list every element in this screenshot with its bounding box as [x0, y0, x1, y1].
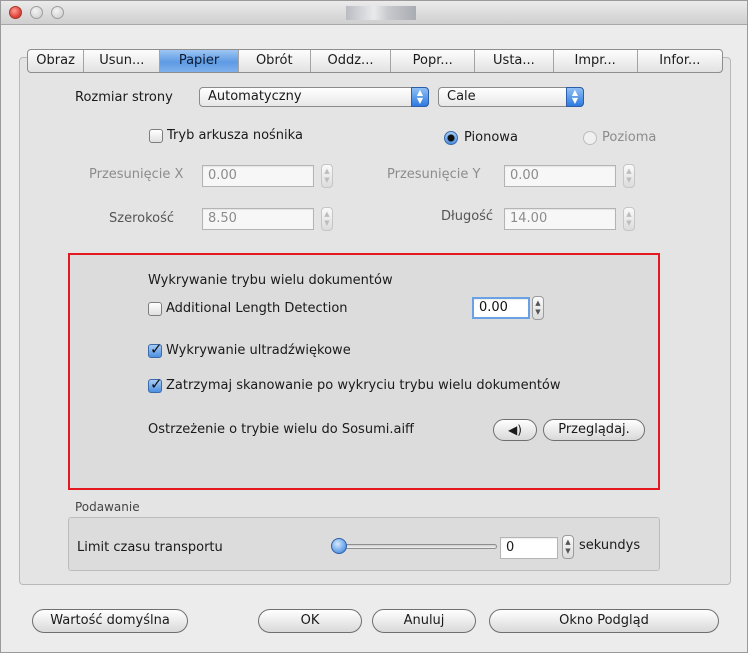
offset-x-stepper[interactable]: ▲ ▼ — [321, 164, 333, 188]
length-stepper[interactable]: ▲ ▼ — [623, 207, 635, 231]
minimize-window-button[interactable] — [30, 6, 43, 19]
tab-infor[interactable]: Infor... — [638, 50, 722, 72]
timeout-slider-track[interactable] — [337, 544, 497, 549]
tab-obraz[interactable]: Obraz — [28, 50, 85, 72]
alert-sound-label: Ostrzeżenie o trybie wielu do Sosumi.aif… — [148, 422, 415, 437]
preview-button[interactable]: Okno Podgląd — [489, 609, 719, 633]
width-stepper[interactable]: ▲ ▼ — [321, 207, 333, 231]
portrait-label: Pionowa — [464, 130, 518, 145]
timeout-field[interactable]: 0 — [500, 537, 558, 559]
tab-papier[interactable]: Papier — [160, 50, 239, 72]
popup-arrows-icon: ▲ ▼ — [411, 87, 429, 107]
timeout-stepper[interactable]: ▲ ▼ — [562, 535, 574, 559]
window-title-image — [346, 6, 416, 20]
timeout-unit-label: sekundys — [579, 538, 641, 553]
tab-bar: Obraz Usun... Papier Obrót Oddz... Popr.… — [27, 49, 723, 73]
tab-impr[interactable]: Impr... — [554, 50, 638, 72]
close-window-button[interactable] — [9, 6, 22, 19]
multifeed-section: Wykrywanie trybu wielu dokumentów Additi… — [68, 253, 660, 490]
tab-oddz[interactable]: Oddz... — [311, 50, 392, 72]
offset-x-label: Przesunięcie X — [89, 167, 184, 182]
carrier-mode-checkbox[interactable] — [149, 129, 163, 143]
length-field[interactable]: 14.00 — [504, 208, 616, 230]
timeout-slider-knob[interactable] — [331, 538, 347, 554]
feeding-group-label: Podawanie — [75, 500, 140, 514]
additional-length-field[interactable]: 0.00 — [472, 297, 530, 319]
page-size-label: Rozmiar strony — [75, 90, 173, 105]
feeding-group: Limit czasu transportu 0 ▲ ▼ sekundys — [68, 517, 660, 571]
landscape-radio[interactable] — [583, 131, 597, 145]
ok-button[interactable]: OK — [258, 609, 362, 633]
browse-button[interactable]: Przeglądaj. — [543, 419, 645, 441]
tab-usun[interactable]: Usun... — [84, 50, 161, 72]
page-size-select[interactable]: Automatyczny ▲ ▼ — [199, 87, 429, 107]
offset-y-field[interactable]: 0.00 — [504, 165, 616, 187]
zoom-window-button[interactable] — [51, 6, 64, 19]
additional-length-checkbox[interactable] — [148, 302, 162, 316]
length-label: Długość — [441, 209, 494, 224]
stop-scan-checkbox[interactable] — [148, 375, 163, 393]
play-sound-button[interactable]: ◀) — [493, 419, 537, 441]
tab-obrot[interactable]: Obrót — [239, 50, 311, 72]
width-label: Szerokość — [109, 211, 175, 226]
offset-y-label: Przesunięcie Y — [387, 167, 481, 182]
default-button[interactable]: Wartość domyślna — [32, 609, 188, 633]
additional-length-stepper[interactable]: ▲ ▼ — [532, 296, 544, 320]
portrait-radio[interactable] — [444, 131, 458, 145]
offset-y-stepper[interactable]: ▲ ▼ — [623, 164, 635, 188]
unit-select[interactable]: Cale ▲ ▼ — [438, 87, 584, 107]
page-size-value: Automatyczny — [208, 89, 302, 104]
title-bar — [1, 1, 747, 25]
landscape-label: Pozioma — [602, 130, 657, 145]
cancel-button[interactable]: Anuluj — [372, 609, 476, 633]
carrier-mode-label: Tryb arkusza nośnika — [167, 128, 303, 143]
tab-popr[interactable]: Popr... — [391, 50, 476, 72]
ultrasonic-label: Wykrywanie ultradźwiękowe — [166, 343, 351, 358]
multifeed-heading: Wykrywanie trybu wielu dokumentów — [148, 273, 393, 288]
tab-usta[interactable]: Usta... — [475, 50, 554, 72]
speaker-icon: ◀) — [508, 423, 522, 437]
timeout-label: Limit czasu transportu — [77, 540, 223, 555]
ultrasonic-checkbox[interactable] — [148, 340, 163, 358]
popup-arrows-icon: ▲ ▼ — [566, 87, 584, 107]
unit-value: Cale — [447, 89, 476, 104]
stop-scan-label: Zatrzymaj skanowanie po wykryciu trybu w… — [166, 378, 561, 393]
width-field[interactable]: 8.50 — [202, 208, 314, 230]
additional-length-label: Additional Length Detection — [166, 301, 348, 316]
dialog-window: Obraz Usun... Papier Obrót Oddz... Popr.… — [0, 0, 748, 653]
offset-x-field[interactable]: 0.00 — [202, 165, 314, 187]
